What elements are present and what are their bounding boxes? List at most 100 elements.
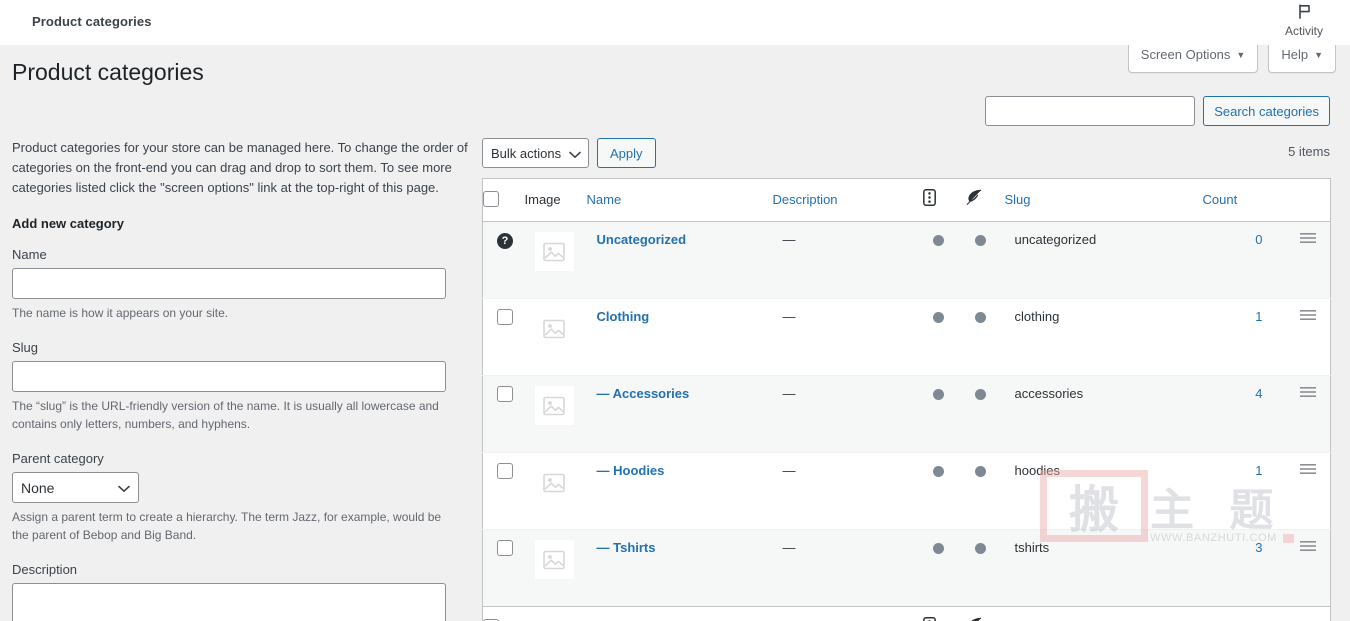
row-count-link[interactable]: 4: [1255, 386, 1262, 401]
row-slug-cell: hoodies: [1004, 452, 1203, 531]
drag-handle-icon[interactable]: [1300, 540, 1316, 555]
readability-score-dot[interactable]: [974, 235, 986, 247]
footer-readability[interactable]: [964, 606, 1005, 621]
drag-handle-icon[interactable]: [1300, 386, 1316, 401]
bulk-actions-wrap: Bulk actions: [482, 138, 589, 168]
search-categories-button[interactable]: Search categories: [1203, 96, 1330, 126]
row-name-cell: — Accessories: [586, 375, 773, 454]
footer-handle: [1288, 606, 1331, 621]
row-selector-cell: [483, 530, 525, 607]
row-selector-cell: [482, 452, 525, 531]
name-input[interactable]: [12, 268, 446, 300]
row-name-link[interactable]: Uncategorized: [597, 232, 687, 247]
table-row: — Tshirts — tshirts 3: [482, 529, 1331, 607]
header-count-label: Count: [1202, 192, 1238, 207]
table-row: ? Uncategorized — uncategorized 0: [482, 221, 1331, 300]
row-count-cell: 0: [1202, 221, 1289, 300]
row-handle-cell: [1288, 452, 1331, 531]
admin-bar: Product categories Activity: [0, 0, 1350, 45]
slug-label: Slug: [12, 340, 39, 356]
row-slug-value: accessories: [1014, 386, 1084, 402]
seo-score-dot[interactable]: [932, 543, 944, 555]
readability-score-dot[interactable]: [974, 466, 986, 478]
header-seo-score[interactable]: [922, 178, 965, 223]
slug-input[interactable]: [12, 361, 446, 393]
description-textarea[interactable]: [12, 583, 446, 621]
seo-score-dot[interactable]: [932, 389, 944, 401]
row-count-cell: 3: [1203, 530, 1289, 607]
row-checkbox[interactable]: [497, 386, 513, 403]
screen-options-button[interactable]: Screen Options ▼: [1127, 41, 1259, 73]
readability-score-dot[interactable]: [974, 543, 986, 555]
search-form: Search categories: [985, 96, 1330, 126]
header-slug[interactable]: Slug: [1004, 178, 1203, 223]
row-image-cell: [525, 530, 587, 607]
footer-slug[interactable]: Slug: [1004, 606, 1203, 621]
add-category-form: Product categories for your store can be…: [12, 138, 468, 621]
table-row: — Hoodies — hoodies 1: [482, 452, 1331, 531]
row-name-link[interactable]: — Accessories: [597, 386, 690, 401]
parent-category-label: Parent category: [12, 451, 104, 467]
row-slug-cell: clothing: [1004, 298, 1203, 377]
row-description-cell: —: [773, 530, 923, 607]
footer-name[interactable]: Name: [586, 606, 773, 621]
name-help-text: The name is how it appears on your site.: [12, 306, 229, 321]
seo-score-dot[interactable]: [932, 235, 944, 247]
row-description-cell: —: [772, 375, 923, 454]
row-handle-cell: [1288, 298, 1331, 377]
table-row: Clothing — clothing 1: [482, 298, 1331, 377]
row-selector-cell: [482, 375, 525, 454]
row-slug-value: uncategorized: [1014, 232, 1097, 248]
seo-score-dot[interactable]: [932, 312, 944, 324]
bulk-actions-select[interactable]: Bulk actions: [482, 138, 589, 168]
footer-count[interactable]: Count: [1202, 606, 1289, 621]
activity-button[interactable]: Activity: [1272, 3, 1336, 38]
drag-handle-icon[interactable]: [1300, 463, 1316, 478]
parent-category-select[interactable]: None: [12, 472, 139, 504]
readability-score-dot[interactable]: [974, 312, 986, 324]
row-name-link[interactable]: — Hoodies: [597, 463, 665, 478]
row-name-link[interactable]: Clothing: [597, 309, 650, 324]
row-seo-score-cell: [922, 375, 965, 454]
row-readability-cell: [964, 452, 1005, 531]
help-button[interactable]: Help ▼: [1268, 41, 1336, 73]
row-slug-value: tshirts: [1014, 540, 1050, 556]
seo-score-icon: [922, 189, 936, 209]
activity-label: Activity: [1284, 24, 1323, 38]
slug-help-text: The “slug” is the URL-friendly version o…: [12, 399, 439, 432]
row-checkbox[interactable]: [497, 463, 513, 480]
row-count-link[interactable]: 0: [1255, 232, 1262, 247]
screen-meta-bar: Screen Options ▼ Help ▼: [1127, 41, 1336, 73]
default-category-help-icon[interactable]: ?: [497, 233, 513, 250]
drag-handle-icon[interactable]: [1300, 232, 1316, 247]
row-count-link[interactable]: 1: [1255, 463, 1262, 478]
row-description-cell: —: [772, 452, 923, 531]
table-header: Image Name Description Slug Count: [482, 178, 1331, 223]
search-input[interactable]: [985, 96, 1196, 126]
row-count-link[interactable]: 1: [1255, 309, 1262, 324]
row-description-value: —: [782, 232, 796, 248]
row-slug-cell: tshirts: [1005, 530, 1203, 607]
row-checkbox[interactable]: [497, 309, 513, 326]
header-name[interactable]: Name: [586, 178, 773, 223]
readability-score-dot[interactable]: [974, 389, 986, 401]
footer-seo-score[interactable]: [922, 606, 965, 621]
add-new-category-heading: Add new category: [12, 216, 124, 232]
select-all-checkbox[interactable]: [483, 191, 499, 207]
chevron-down-icon: ▼: [1236, 50, 1246, 60]
row-checkbox[interactable]: [497, 540, 513, 557]
table-header-row: Image Name Description Slug Count: [482, 178, 1331, 223]
drag-handle-icon[interactable]: [1300, 309, 1316, 324]
row-name-cell: — Tshirts: [587, 530, 773, 607]
row-count-link[interactable]: 3: [1255, 540, 1262, 555]
parent-category-help-text: Assign a parent term to create a hierarc…: [12, 510, 442, 543]
header-count[interactable]: Count: [1202, 178, 1289, 223]
footer-description[interactable]: Description: [772, 606, 923, 621]
seo-score-dot[interactable]: [932, 466, 944, 478]
apply-button[interactable]: Apply: [597, 138, 656, 168]
header-description[interactable]: Description: [772, 178, 923, 223]
admin-page: Product categories Activity Screen Optio…: [0, 0, 1350, 621]
row-name-link[interactable]: — Tshirts: [597, 540, 656, 555]
header-readability[interactable]: [964, 178, 1005, 223]
row-slug-value: clothing: [1014, 309, 1060, 325]
